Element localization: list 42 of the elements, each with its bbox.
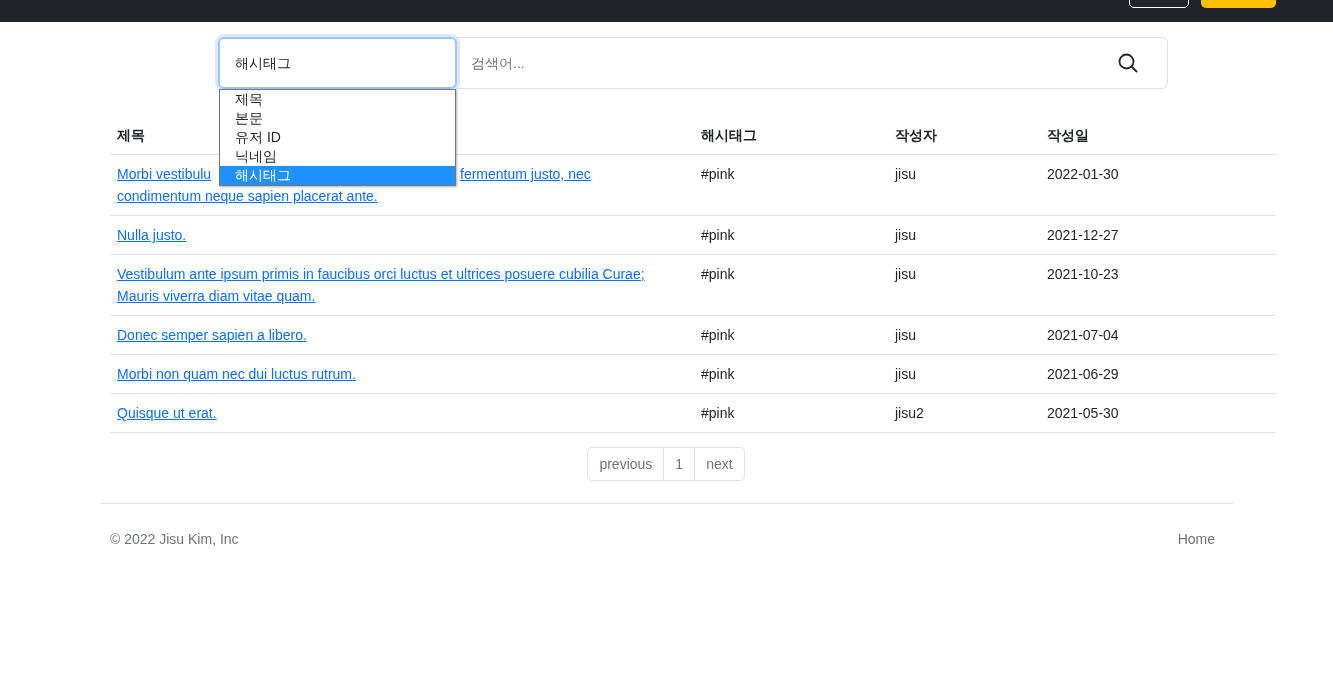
- copyright-text: © 2022 Jisu Kim, Inc: [110, 530, 239, 549]
- dropdown-option[interactable]: 해시태그: [220, 166, 455, 185]
- author-name: jisu: [895, 327, 916, 343]
- post-title-link[interactable]: Vestibulum ante ipsum primis in faucibus orci luctus et ultrices posuere cubilia Curae; Mauris viverra diam vitae quam.: [117, 263, 687, 307]
- post-date: 2021-05-30: [1047, 405, 1119, 421]
- author-name: jisu: [895, 266, 916, 282]
- post-date: 2021-12-27: [1047, 227, 1119, 243]
- hashtag-text: #pink: [701, 327, 735, 343]
- search-field[interactable]: 검색어...: [457, 37, 1168, 89]
- hashtag-text: #pink: [701, 266, 735, 282]
- column-header: 작성일: [1047, 127, 1089, 143]
- hashtag-text: #pink: [701, 366, 735, 382]
- author-name: jisu2: [895, 405, 924, 421]
- hashtag-text: #pink: [701, 166, 735, 182]
- page-link[interactable]: next: [694, 447, 745, 481]
- dropdown-option[interactable]: 닉네임: [220, 147, 455, 166]
- hashtag-text: #pink: [701, 405, 735, 421]
- hashtag-text: #pink: [701, 227, 735, 243]
- page-link[interactable]: previous: [587, 447, 665, 481]
- post-title-link[interactable]: fermentum justo, nec: [460, 163, 591, 185]
- post-title-link[interactable]: Quisque ut erat.: [117, 402, 687, 424]
- home-link[interactable]: Home: [1177, 529, 1215, 550]
- post-date: 2021-06-29: [1047, 366, 1119, 382]
- column-header: 제목: [117, 127, 145, 143]
- post-date: 2021-07-04: [1047, 327, 1119, 343]
- page-link[interactable]: 1: [663, 447, 696, 481]
- post-title-link[interactable]: Donec semper sapien a libero.: [117, 324, 687, 346]
- post-date: 2022-01-30: [1047, 166, 1119, 182]
- column-header: 해시태그: [701, 127, 757, 143]
- author-name: jisu: [895, 227, 916, 243]
- post-date: 2021-10-23: [1047, 266, 1119, 282]
- column-header: 작성자: [895, 127, 937, 143]
- post-title-link[interactable]: condimentum neque sapien placerat ante.: [117, 185, 687, 207]
- field-select[interactable]: 해시태그: [218, 37, 457, 89]
- post-title-link[interactable]: Morbi non quam nec dui luctus rutrum.: [117, 363, 687, 385]
- dropdown-option[interactable]: 유저 ID: [220, 128, 455, 147]
- dropdown-option[interactable]: 제목: [220, 90, 455, 109]
- search-icon[interactable]: [1118, 53, 1138, 73]
- post-title-link[interactable]: Nulla justo.: [117, 224, 687, 246]
- dropdown-option[interactable]: 본문: [220, 109, 455, 128]
- author-name: jisu: [895, 166, 916, 182]
- author-name: jisu: [895, 366, 916, 382]
